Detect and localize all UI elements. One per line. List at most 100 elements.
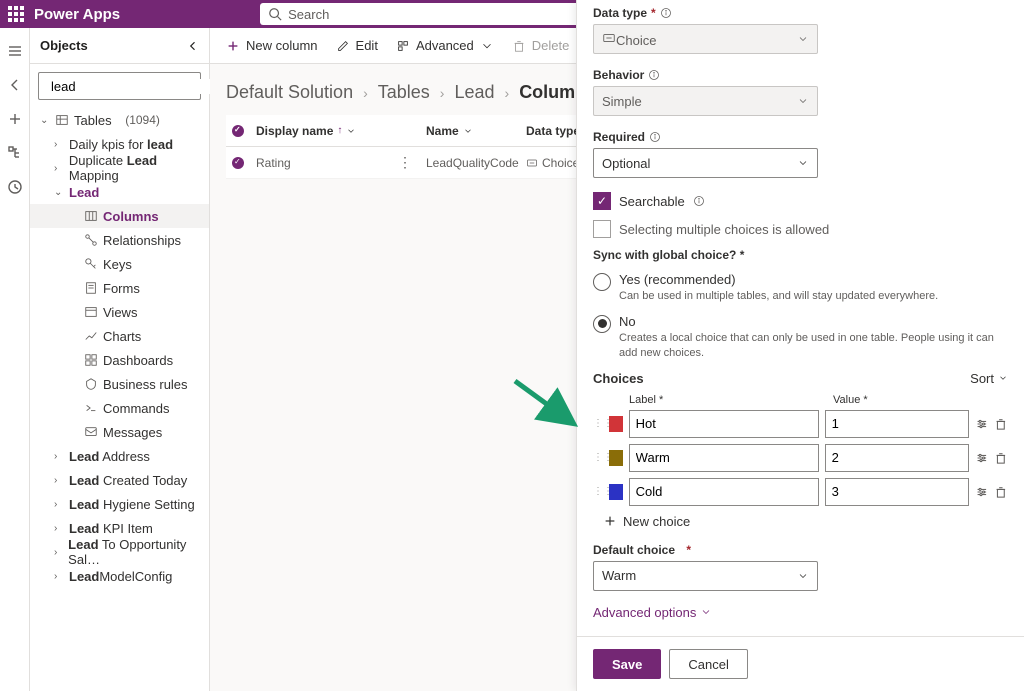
search-placeholder: Search — [288, 7, 329, 22]
choice-icon — [602, 31, 616, 45]
select-all-check[interactable] — [232, 125, 244, 137]
info-icon[interactable] — [648, 69, 660, 81]
advanced-icon — [396, 39, 410, 53]
choice-value-input[interactable] — [825, 410, 969, 438]
tree-lead-opportunity[interactable]: ›Lead To Opportunity Sal… — [30, 540, 209, 564]
choice-row: ⋮⋮ — [593, 478, 1008, 506]
advanced-button[interactable]: Advanced — [396, 38, 494, 53]
choice-label-input[interactable] — [629, 478, 819, 506]
chevron-down-icon — [797, 570, 809, 582]
info-icon[interactable] — [693, 195, 705, 207]
waffle-icon[interactable] — [8, 6, 24, 22]
command-icon — [84, 401, 98, 415]
tree-duplicate-lead[interactable]: ›Duplicate Lead Mapping — [30, 156, 209, 180]
objects-tree: ⌄Tables (1094) ›Daily kpis for lead ›Dup… — [30, 108, 209, 691]
chevron-down-icon — [998, 373, 1008, 383]
column-editor-panel: Data type* Choice Behavior Simple Requir… — [576, 0, 1024, 691]
info-icon[interactable] — [660, 7, 672, 19]
tree-lead[interactable]: ⌄Lead — [30, 180, 209, 204]
tree-charts[interactable]: Charts — [30, 324, 209, 348]
tree-tables[interactable]: ⌄Tables (1094) — [30, 108, 209, 132]
radio-yes[interactable]: Yes (recommended)Can be used in multiple… — [593, 272, 1008, 304]
settings-icon[interactable] — [975, 484, 989, 500]
choice-label-input[interactable] — [629, 410, 819, 438]
multiselect-checkbox[interactable]: Selecting multiple choices is allowed — [593, 220, 1008, 238]
color-swatch[interactable] — [609, 416, 623, 432]
tree-forms[interactable]: Forms — [30, 276, 209, 300]
panel-footer: Save Cancel — [577, 636, 1024, 691]
history-icon[interactable] — [7, 179, 23, 195]
behavior-select: Simple — [593, 86, 818, 116]
radio-no[interactable]: NoCreates a local choice that can only b… — [593, 314, 1008, 361]
required-select[interactable]: Optional — [593, 148, 818, 178]
data-type-select: Choice — [593, 24, 818, 54]
choice-value-input[interactable] — [825, 444, 969, 472]
choice-value-input[interactable] — [825, 478, 969, 506]
new-choice-button[interactable]: New choice — [603, 514, 1008, 529]
plus-icon[interactable] — [7, 111, 23, 127]
breadcrumb-seg[interactable]: Tables — [378, 82, 430, 103]
row-check[interactable] — [232, 157, 244, 169]
plus-icon — [603, 514, 617, 528]
tree-lead-hygiene[interactable]: ›Lead Hygiene Setting — [30, 492, 209, 516]
sync-label: Sync with global choice? * — [593, 248, 1008, 262]
rules-icon — [84, 377, 98, 391]
breadcrumb-seg[interactable]: Default Solution — [226, 82, 353, 103]
chart-icon — [84, 329, 98, 343]
save-button[interactable]: Save — [593, 649, 661, 679]
left-rail — [0, 28, 30, 691]
settings-icon[interactable] — [975, 450, 989, 466]
tree-lead-model[interactable]: ›LeadModelConfig — [30, 564, 209, 588]
tree-relationships[interactable]: Relationships — [30, 228, 209, 252]
tree-dashboards[interactable]: Dashboards — [30, 348, 209, 372]
collapse-icon[interactable] — [187, 40, 199, 52]
objects-search[interactable] — [38, 72, 201, 100]
color-swatch[interactable] — [609, 450, 623, 466]
app-title: Power Apps — [34, 6, 120, 23]
sort-button[interactable]: Sort — [970, 371, 1008, 386]
drag-handle-icon[interactable]: ⋮⋮ — [593, 452, 603, 463]
choice-row: ⋮⋮ — [593, 410, 1008, 438]
tree-commands[interactable]: Commands — [30, 396, 209, 420]
hamburger-icon[interactable] — [7, 43, 23, 59]
delete-icon[interactable] — [994, 450, 1008, 466]
delete-icon[interactable] — [994, 484, 1008, 500]
tree-columns[interactable]: Columns — [30, 204, 209, 228]
advanced-options-toggle[interactable]: Advanced options — [593, 605, 1008, 620]
chevron-down-icon — [797, 33, 809, 45]
searchable-checkbox[interactable]: ✓Searchable — [593, 192, 1008, 210]
back-icon[interactable] — [7, 77, 23, 93]
drag-handle-icon[interactable]: ⋮⋮ — [593, 418, 603, 429]
default-choice-select[interactable]: Warm — [593, 561, 818, 591]
key-icon — [84, 257, 98, 271]
chevron-down-icon — [797, 95, 809, 107]
tree-business-rules[interactable]: Business rules — [30, 372, 209, 396]
table-icon — [55, 113, 69, 127]
breadcrumb-seg[interactable]: Lead — [454, 82, 494, 103]
global-search[interactable]: Search — [260, 3, 590, 25]
tree-views[interactable]: Views — [30, 300, 209, 324]
delete-icon[interactable] — [994, 416, 1008, 432]
drag-handle-icon[interactable]: ⋮⋮ — [593, 486, 603, 497]
cancel-button[interactable]: Cancel — [669, 649, 747, 679]
color-swatch[interactable] — [609, 484, 623, 500]
objects-search-input[interactable] — [51, 79, 227, 94]
new-column-button[interactable]: New column — [226, 38, 318, 53]
dashboard-icon — [84, 353, 98, 367]
plus-icon — [226, 39, 240, 53]
tree-lead-created[interactable]: ›Lead Created Today — [30, 468, 209, 492]
settings-icon[interactable] — [975, 416, 989, 432]
row-menu-icon[interactable]: ⋮ — [398, 154, 412, 171]
choice-label-input[interactable] — [629, 444, 819, 472]
tree-icon[interactable] — [7, 145, 23, 161]
tree-lead-address[interactable]: ›Lead Address — [30, 444, 209, 468]
chevron-down-icon — [797, 157, 809, 169]
form-icon — [84, 281, 98, 295]
info-icon[interactable] — [649, 131, 661, 143]
objects-header: Objects — [30, 28, 209, 64]
message-icon — [84, 425, 98, 439]
tree-keys[interactable]: Keys — [30, 252, 209, 276]
edit-button[interactable]: Edit — [336, 38, 378, 53]
tree-messages[interactable]: Messages — [30, 420, 209, 444]
choice-row: ⋮⋮ — [593, 444, 1008, 472]
